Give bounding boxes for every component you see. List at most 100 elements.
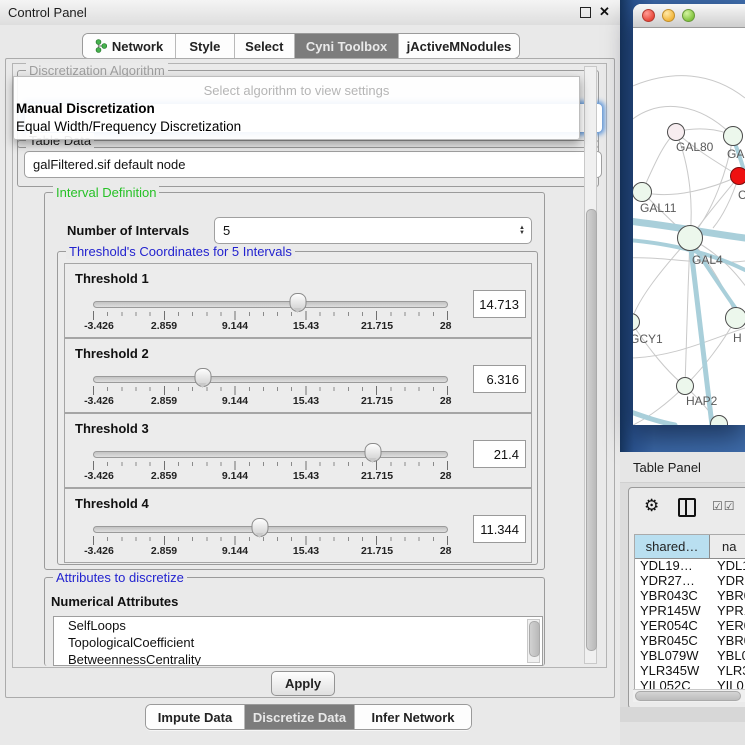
node-gal4[interactable] [677, 225, 703, 251]
table-row[interactable]: YER054CYER0 [635, 618, 745, 633]
node-gal80[interactable] [667, 123, 685, 141]
cell-shared-name[interactable]: YER054C [635, 618, 710, 633]
node-label: GA [727, 147, 744, 161]
cell-shared-name[interactable]: YBR045C [635, 633, 710, 648]
cell-shared-name[interactable]: YDR27… [635, 573, 710, 588]
control-panel: Control Panel ✕ Network Style Select [0, 0, 620, 745]
tab-cyni-toolbox-label: Cyni Toolbox [306, 39, 387, 54]
cell-name[interactable]: YBL0 [710, 648, 745, 663]
minimize-traffic-light-icon[interactable] [662, 9, 675, 22]
thresholds-group-title: Threshold's Coordinates for 5 Intervals [66, 244, 295, 259]
table-horizontal-scrollbar[interactable] [633, 689, 745, 702]
threshold-slider[interactable] [93, 518, 448, 538]
slider-track[interactable] [93, 301, 448, 308]
table-row[interactable]: YPR145WYPR1 [635, 603, 745, 618]
panel-scrollbar-thumb[interactable] [586, 209, 597, 651]
cell-name[interactable]: YER0 [710, 618, 745, 633]
top-tab-bar: Network Style Select Cyni Toolbox jActiv… [82, 33, 520, 59]
slider-track[interactable] [93, 451, 448, 458]
table-panel-titlebar: Table Panel [620, 452, 745, 483]
cell-name[interactable]: YPR1 [710, 603, 745, 618]
tab-network[interactable]: Network [83, 34, 176, 58]
slider-track[interactable] [93, 526, 448, 533]
float-window-icon[interactable] [580, 7, 591, 18]
threshold-slider[interactable] [93, 293, 448, 313]
panel-title: Control Panel [8, 5, 87, 20]
slider-thumb[interactable] [251, 518, 268, 537]
cell-name[interactable]: YBR0 [710, 588, 745, 603]
table-row[interactable]: YBR045CYBR0 [635, 633, 745, 648]
close-traffic-light-icon[interactable] [642, 9, 655, 22]
cell-shared-name[interactable]: YLR345W [635, 663, 710, 678]
tab-discretize-data[interactable]: Discretize Data [245, 705, 355, 729]
slider-thumb[interactable] [289, 293, 306, 312]
threshold-value-field[interactable]: 11.344 [473, 515, 526, 543]
node-table: shared… na YDL19…YDL1 YDR27…YDR2 YBR043C… [634, 534, 745, 690]
list-item[interactable]: TopologicalCoefficient [54, 634, 542, 651]
panel-scrollbar[interactable] [584, 66, 597, 664]
tab-select-label: Select [245, 39, 283, 54]
threshold-slider[interactable] [93, 443, 448, 463]
slider-thumb[interactable] [365, 443, 382, 462]
stepper-icon[interactable]: ▲▼ [519, 226, 525, 236]
cell-shared-name[interactable]: YBR043C [635, 588, 710, 603]
cell-name[interactable]: YDL1 [710, 558, 745, 573]
tick-label: 21.715 [361, 470, 393, 482]
tab-jactivemnodules[interactable]: jActiveMNodules [399, 34, 519, 58]
tab-select[interactable]: Select [235, 34, 295, 58]
split-columns-icon[interactable] [678, 498, 696, 517]
node-hap2[interactable] [676, 377, 694, 395]
node-selected-red[interactable] [730, 167, 745, 185]
zoom-traffic-light-icon[interactable] [682, 9, 695, 22]
table-row[interactable]: YDL19…YDL1 [635, 558, 745, 573]
algorithm-option-manual[interactable]: Manual Discretization [16, 101, 155, 116]
node-partial-right[interactable] [725, 307, 745, 329]
tick-label: 15.43 [293, 470, 319, 482]
threshold-value-field[interactable]: 21.4 [473, 440, 526, 468]
interval-definition-title: Interval Definition [53, 185, 159, 200]
network-canvas[interactable]: GAL80 GA C GAL11 GAL4 GCY1 H HAP2 [633, 28, 745, 425]
checkbox-columns-icon[interactable]: ☑☑ [712, 499, 736, 513]
slider-tick-labels: -3.426 2.859 9.144 15.43 21.715 28 [93, 320, 448, 331]
list-item[interactable]: SelfLoops [54, 617, 542, 634]
cell-shared-name[interactable]: YDL19… [635, 558, 710, 573]
bottom-strip [620, 722, 745, 745]
table-row[interactable]: YBR043CYBR0 [635, 588, 745, 603]
table-row[interactable]: YLR345WYLR3 [635, 663, 745, 678]
network-window: GAL80 GA C GAL11 GAL4 GCY1 H HAP2 [633, 4, 745, 425]
tab-style[interactable]: Style [176, 34, 234, 58]
table-row[interactable]: YBL079WYBL0 [635, 648, 745, 663]
table-row[interactable]: YDR27…YDR2 [635, 573, 745, 588]
tab-infer-network[interactable]: Infer Network [355, 705, 471, 729]
gear-icon[interactable]: ⚙ [644, 496, 659, 516]
column-header-name[interactable]: na [710, 535, 745, 558]
column-header-shared-name[interactable]: shared… [635, 535, 710, 558]
numerical-attributes-list[interactable]: SelfLoops TopologicalCoefficient Between… [53, 616, 543, 666]
tab-impute-data[interactable]: Impute Data [146, 705, 245, 729]
slider-tick-labels: -3.426 2.859 9.144 15.43 21.715 28 [93, 470, 448, 481]
threshold-value-field[interactable]: 6.316 [473, 365, 526, 393]
list-scrollbar-thumb[interactable] [529, 621, 540, 657]
slider-track[interactable] [93, 376, 448, 383]
table-horizontal-scrollbar-thumb[interactable] [635, 691, 741, 701]
threshold-slider[interactable] [93, 368, 448, 388]
close-icon[interactable]: ✕ [599, 4, 610, 20]
slider-thumb[interactable] [195, 368, 212, 387]
node-label: GCY1 [633, 332, 663, 346]
cell-shared-name[interactable]: YPR145W [635, 603, 710, 618]
table-data-combo[interactable]: galFiltered.sif default node ▲▼ [24, 151, 602, 178]
node-gal11[interactable] [633, 182, 652, 202]
cell-name[interactable]: YLR3 [710, 663, 745, 678]
algorithm-dropdown-popup: Select algorithm to view settings Manual… [13, 76, 580, 140]
number-of-intervals-combo[interactable]: 5 ▲▼ [214, 217, 532, 244]
threshold-value-field[interactable]: 14.713 [473, 290, 526, 318]
cell-name[interactable]: YDR2 [710, 573, 745, 588]
tab-cyni-toolbox[interactable]: Cyni Toolbox [295, 34, 399, 58]
cell-name[interactable]: YBR0 [710, 633, 745, 648]
cell-shared-name[interactable]: YBL079W [635, 648, 710, 663]
list-item[interactable]: BetweennessCentrality [54, 651, 542, 666]
node-partial-top-right[interactable] [723, 126, 743, 146]
list-scrollbar[interactable] [527, 619, 540, 663]
apply-button[interactable]: Apply [271, 671, 335, 696]
algorithm-option-equal-width[interactable]: Equal Width/Frequency Discretization [16, 119, 241, 134]
